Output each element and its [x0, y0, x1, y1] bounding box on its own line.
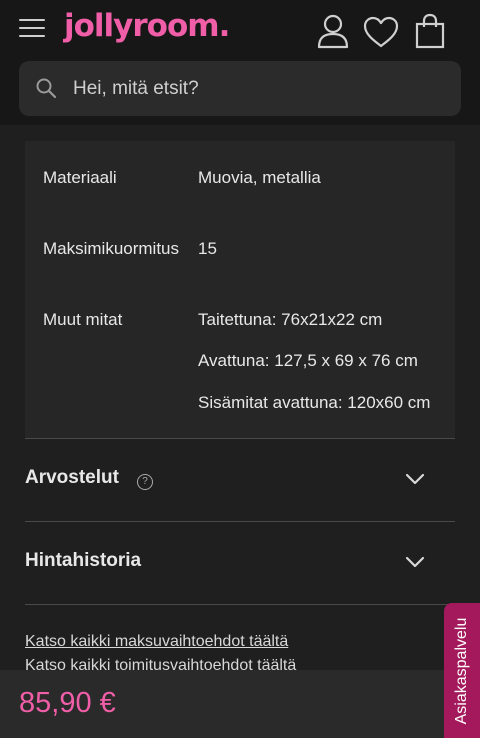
spec-label: Maksimikuormitus: [43, 239, 180, 258]
user-icon[interactable]: [316, 13, 350, 49]
payment-options-link[interactable]: Katso kaikki maksuvaihtoehdot täältä: [25, 633, 288, 651]
price-bar: 85,90 €: [0, 670, 480, 738]
spec-value: Taitettuna: 76x21x22 cm: [198, 310, 383, 329]
spec-label: Muut mitat: [43, 310, 123, 329]
reviews-title: Arvostelut: [25, 467, 119, 488]
product-price: 85,90 €: [19, 687, 116, 719]
spec-value: Avattuna: 127,5 x 69 x 76 cm: [198, 351, 418, 370]
spec-label: Materiaali: [43, 168, 117, 187]
site-header: jollyroom.: [0, 0, 480, 125]
menu-icon[interactable]: [19, 19, 45, 39]
divider: [25, 604, 455, 605]
search-bar[interactable]: [19, 61, 461, 116]
search-icon: [35, 77, 57, 104]
chevron-down-icon: [405, 472, 425, 490]
chevron-down-icon: [405, 555, 425, 573]
spec-value: Muovia, metallia: [198, 168, 321, 187]
customer-service-tab[interactable]: Asiakaspalvelu: [444, 603, 480, 738]
logo[interactable]: jollyroom.: [64, 8, 230, 44]
price-history-accordion[interactable]: Hintahistoria: [25, 522, 455, 604]
reviews-accordion[interactable]: Arvostelut ?: [25, 439, 455, 521]
spec-value: 15: [198, 239, 217, 258]
customer-service-label: Asiakaspalvelu: [453, 617, 470, 724]
search-input[interactable]: [73, 61, 443, 116]
specifications-table: Materiaali Muovia, metallia Maksimikuorm…: [25, 141, 455, 438]
help-icon[interactable]: ?: [137, 474, 153, 490]
spec-value: Sisämitat avattuna: 120x60 cm: [198, 393, 431, 412]
shopping-bag-icon[interactable]: [414, 13, 446, 49]
price-history-title: Hintahistoria: [25, 550, 142, 571]
heart-icon[interactable]: [362, 15, 400, 49]
